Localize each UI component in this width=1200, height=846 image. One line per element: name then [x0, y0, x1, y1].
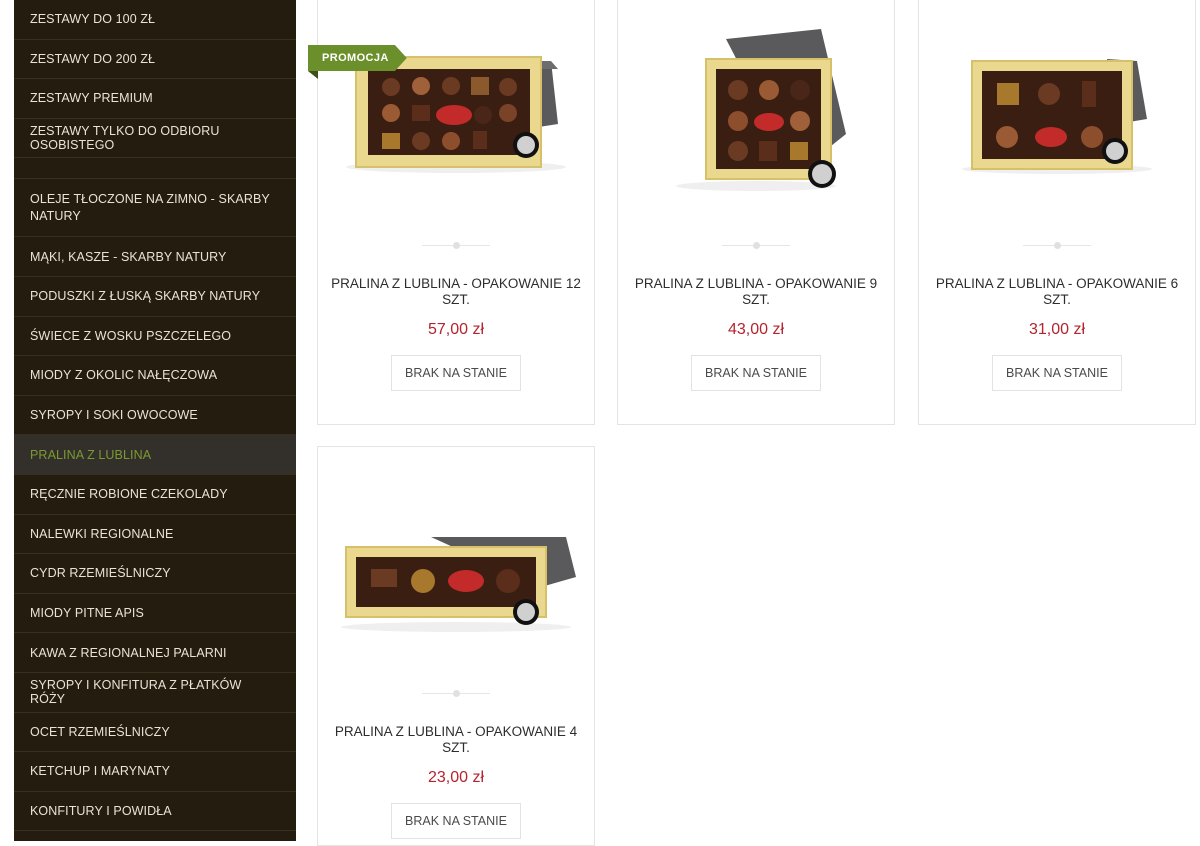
sidebar-item-label: RĘCZNIE ROBIONE CZEKOLADY	[30, 487, 228, 502]
sidebar-item-label: SYROPY I SOKI OWOCOWE	[30, 408, 198, 423]
product-title[interactable]: PRALINA Z LUBLINA - OPAKOWANIE 12 SZT.	[326, 276, 586, 308]
out-of-stock-button[interactable]: BRAK NA STANIE	[691, 355, 821, 391]
sidebar-item-zestawy-odbior[interactable]: ZESTAWY TYLKO DO ODBIORU OSOBISTEGO	[14, 119, 296, 159]
sidebar-item-label: ZESTAWY TYLKO DO ODBIORU OSOBISTEGO	[30, 124, 220, 153]
sidebar-item-label: OCET RZEMIEŚLNICZY	[30, 724, 170, 739]
sidebar-item-oleje[interactable]: OLEJE TŁOCZONE NA ZIMNO - SKARBY NATURY	[14, 179, 296, 238]
promo-badge-fold	[308, 71, 318, 79]
sidebar-item-label: KAWA Z REGIONALNEJ PALARNI	[30, 645, 227, 660]
product-card[interactable]: PRALINA Z LUBLINA - OPAKOWANIE 9 SZT. 43…	[617, 0, 895, 425]
sidebar-item-nalewki[interactable]: NALEWKI REGIONALNE	[14, 515, 296, 555]
sidebar-item-czekolady[interactable]: RĘCZNIE ROBIONE CZEKOLADY	[14, 475, 296, 515]
sidebar-item-kawa[interactable]: KAWA Z REGIONALNEJ PALARNI	[14, 633, 296, 673]
product-card[interactable]: PRALINA Z LUBLINA - OPAKOWANIE 4 SZT. 23…	[317, 446, 595, 846]
product-title[interactable]: PRALINA Z LUBLINA - OPAKOWANIE 9 SZT.	[626, 276, 886, 308]
sidebar-item-label: KONFITURY I POWIDŁA	[30, 803, 172, 818]
image-carousel-indicator[interactable]	[722, 242, 790, 249]
image-carousel-indicator[interactable]	[422, 242, 490, 249]
sidebar-item-poduszki[interactable]: PODUSZKI Z ŁUSKĄ SKARBY NATURY	[14, 277, 296, 317]
product-image[interactable]	[919, 0, 1195, 219]
sidebar-item-label: NALEWKI REGIONALNE	[30, 526, 174, 541]
sidebar-item-zestawy-100[interactable]: ZESTAWY DO 100 ZŁ	[14, 0, 296, 40]
sidebar-item-miody-pitne[interactable]: MIODY PITNE APIS	[14, 594, 296, 634]
product-image[interactable]	[318, 0, 594, 219]
sidebar-item-label: ZESTAWY DO 200 ZŁ	[30, 51, 156, 66]
out-of-stock-button[interactable]: BRAK NA STANIE	[391, 803, 521, 839]
sidebar-item-label: SYROPY I KONFITURA Z PŁATKÓW RÓŻY	[30, 678, 242, 707]
sidebar-item-zestawy-premium[interactable]: ZESTAWY PREMIUM	[14, 79, 296, 119]
product-card[interactable]: PROMOCJA PRALINA Z LUBLINA - OPAKOWANIE …	[308, 0, 595, 425]
sidebar-item-label: CYDR RZEMIEŚLNICZY	[30, 566, 171, 581]
sidebar-item-label: MIODY Z OKOLIC NAŁĘCZOWA	[30, 368, 218, 383]
product-image[interactable]	[618, 0, 894, 219]
sidebar-item-label: ZESTAWY PREMIUM	[30, 91, 153, 106]
out-of-stock-button[interactable]: BRAK NA STANIE	[391, 355, 521, 391]
sidebar-item-label: OLEJE TŁOCZONE NA ZIMNO - SKARBY NATURY	[30, 191, 270, 223]
product-title[interactable]: PRALINA Z LUBLINA - OPAKOWANIE 6 SZT.	[927, 276, 1187, 308]
category-sidebar: ZESTAWY DO 100 ZŁ ZESTAWY DO 200 ZŁ ZEST…	[14, 0, 296, 841]
sidebar-item-label: ŚWIECE Z WOSKU PSZCZELEGO	[30, 328, 232, 343]
promo-badge: PROMOCJA	[308, 45, 407, 71]
sidebar-item-syropy-soki[interactable]: SYROPY I SOKI OWOCOWE	[14, 396, 296, 436]
praline-box-image	[962, 59, 1152, 174]
sidebar-item-label: ZESTAWY DO 100 ZŁ	[30, 12, 156, 27]
sidebar-item-konfitury[interactable]: KONFITURY I POWIDŁA	[14, 792, 296, 832]
product-card[interactable]: PRALINA Z LUBLINA - OPAKOWANIE 6 SZT. 31…	[918, 0, 1196, 425]
product-title[interactable]: PRALINA Z LUBLINA - OPAKOWANIE 4 SZT.	[326, 724, 586, 756]
product-price: 31,00 zł	[1028, 321, 1086, 338]
sidebar-item-swiece[interactable]: ŚWIECE Z WOSKU PSZCZELEGO	[14, 317, 296, 357]
praline-box-image	[676, 29, 846, 191]
product-price: 57,00 zł	[427, 321, 485, 338]
sidebar-item-label: MIODY PITNE APIS	[30, 606, 144, 621]
praline-box-image	[341, 537, 576, 632]
sidebar-item-label: MĄKI, KASZE - SKARBY NATURY	[30, 249, 227, 264]
product-image[interactable]	[318, 467, 594, 687]
image-carousel-indicator[interactable]	[1023, 242, 1091, 249]
sidebar-item-maki-kasze[interactable]: MĄKI, KASZE - SKARBY NATURY	[14, 237, 296, 277]
sidebar-item-syropy-roza[interactable]: SYROPY I KONFITURA Z PŁATKÓW RÓŻY	[14, 673, 296, 713]
sidebar-item-label: PODUSZKI Z ŁUSKĄ SKARBY NATURY	[30, 289, 261, 304]
sidebar-divider	[14, 158, 296, 180]
sidebar-item-miody-naleczow[interactable]: MIODY Z OKOLIC NAŁĘCZOWA	[14, 356, 296, 396]
sidebar-item-pralina-active[interactable]: PRALINA Z LUBLINA	[14, 435, 296, 475]
product-price: 23,00 zł	[427, 769, 485, 786]
sidebar-item-label: KETCHUP I MARYNATY	[30, 764, 171, 779]
sidebar-item-cydr[interactable]: CYDR RZEMIEŚLNICZY	[14, 554, 296, 594]
product-price: 43,00 zł	[727, 321, 785, 338]
out-of-stock-button[interactable]: BRAK NA STANIE	[992, 355, 1122, 391]
image-carousel-indicator[interactable]	[422, 690, 490, 697]
sidebar-item-ocet[interactable]: OCET RZEMIEŚLNICZY	[14, 713, 296, 753]
sidebar-item-zestawy-200[interactable]: ZESTAWY DO 200 ZŁ	[14, 40, 296, 80]
sidebar-item-label: PRALINA Z LUBLINA	[30, 447, 152, 462]
sidebar-item-ketchup[interactable]: KETCHUP I MARYNATY	[14, 752, 296, 792]
